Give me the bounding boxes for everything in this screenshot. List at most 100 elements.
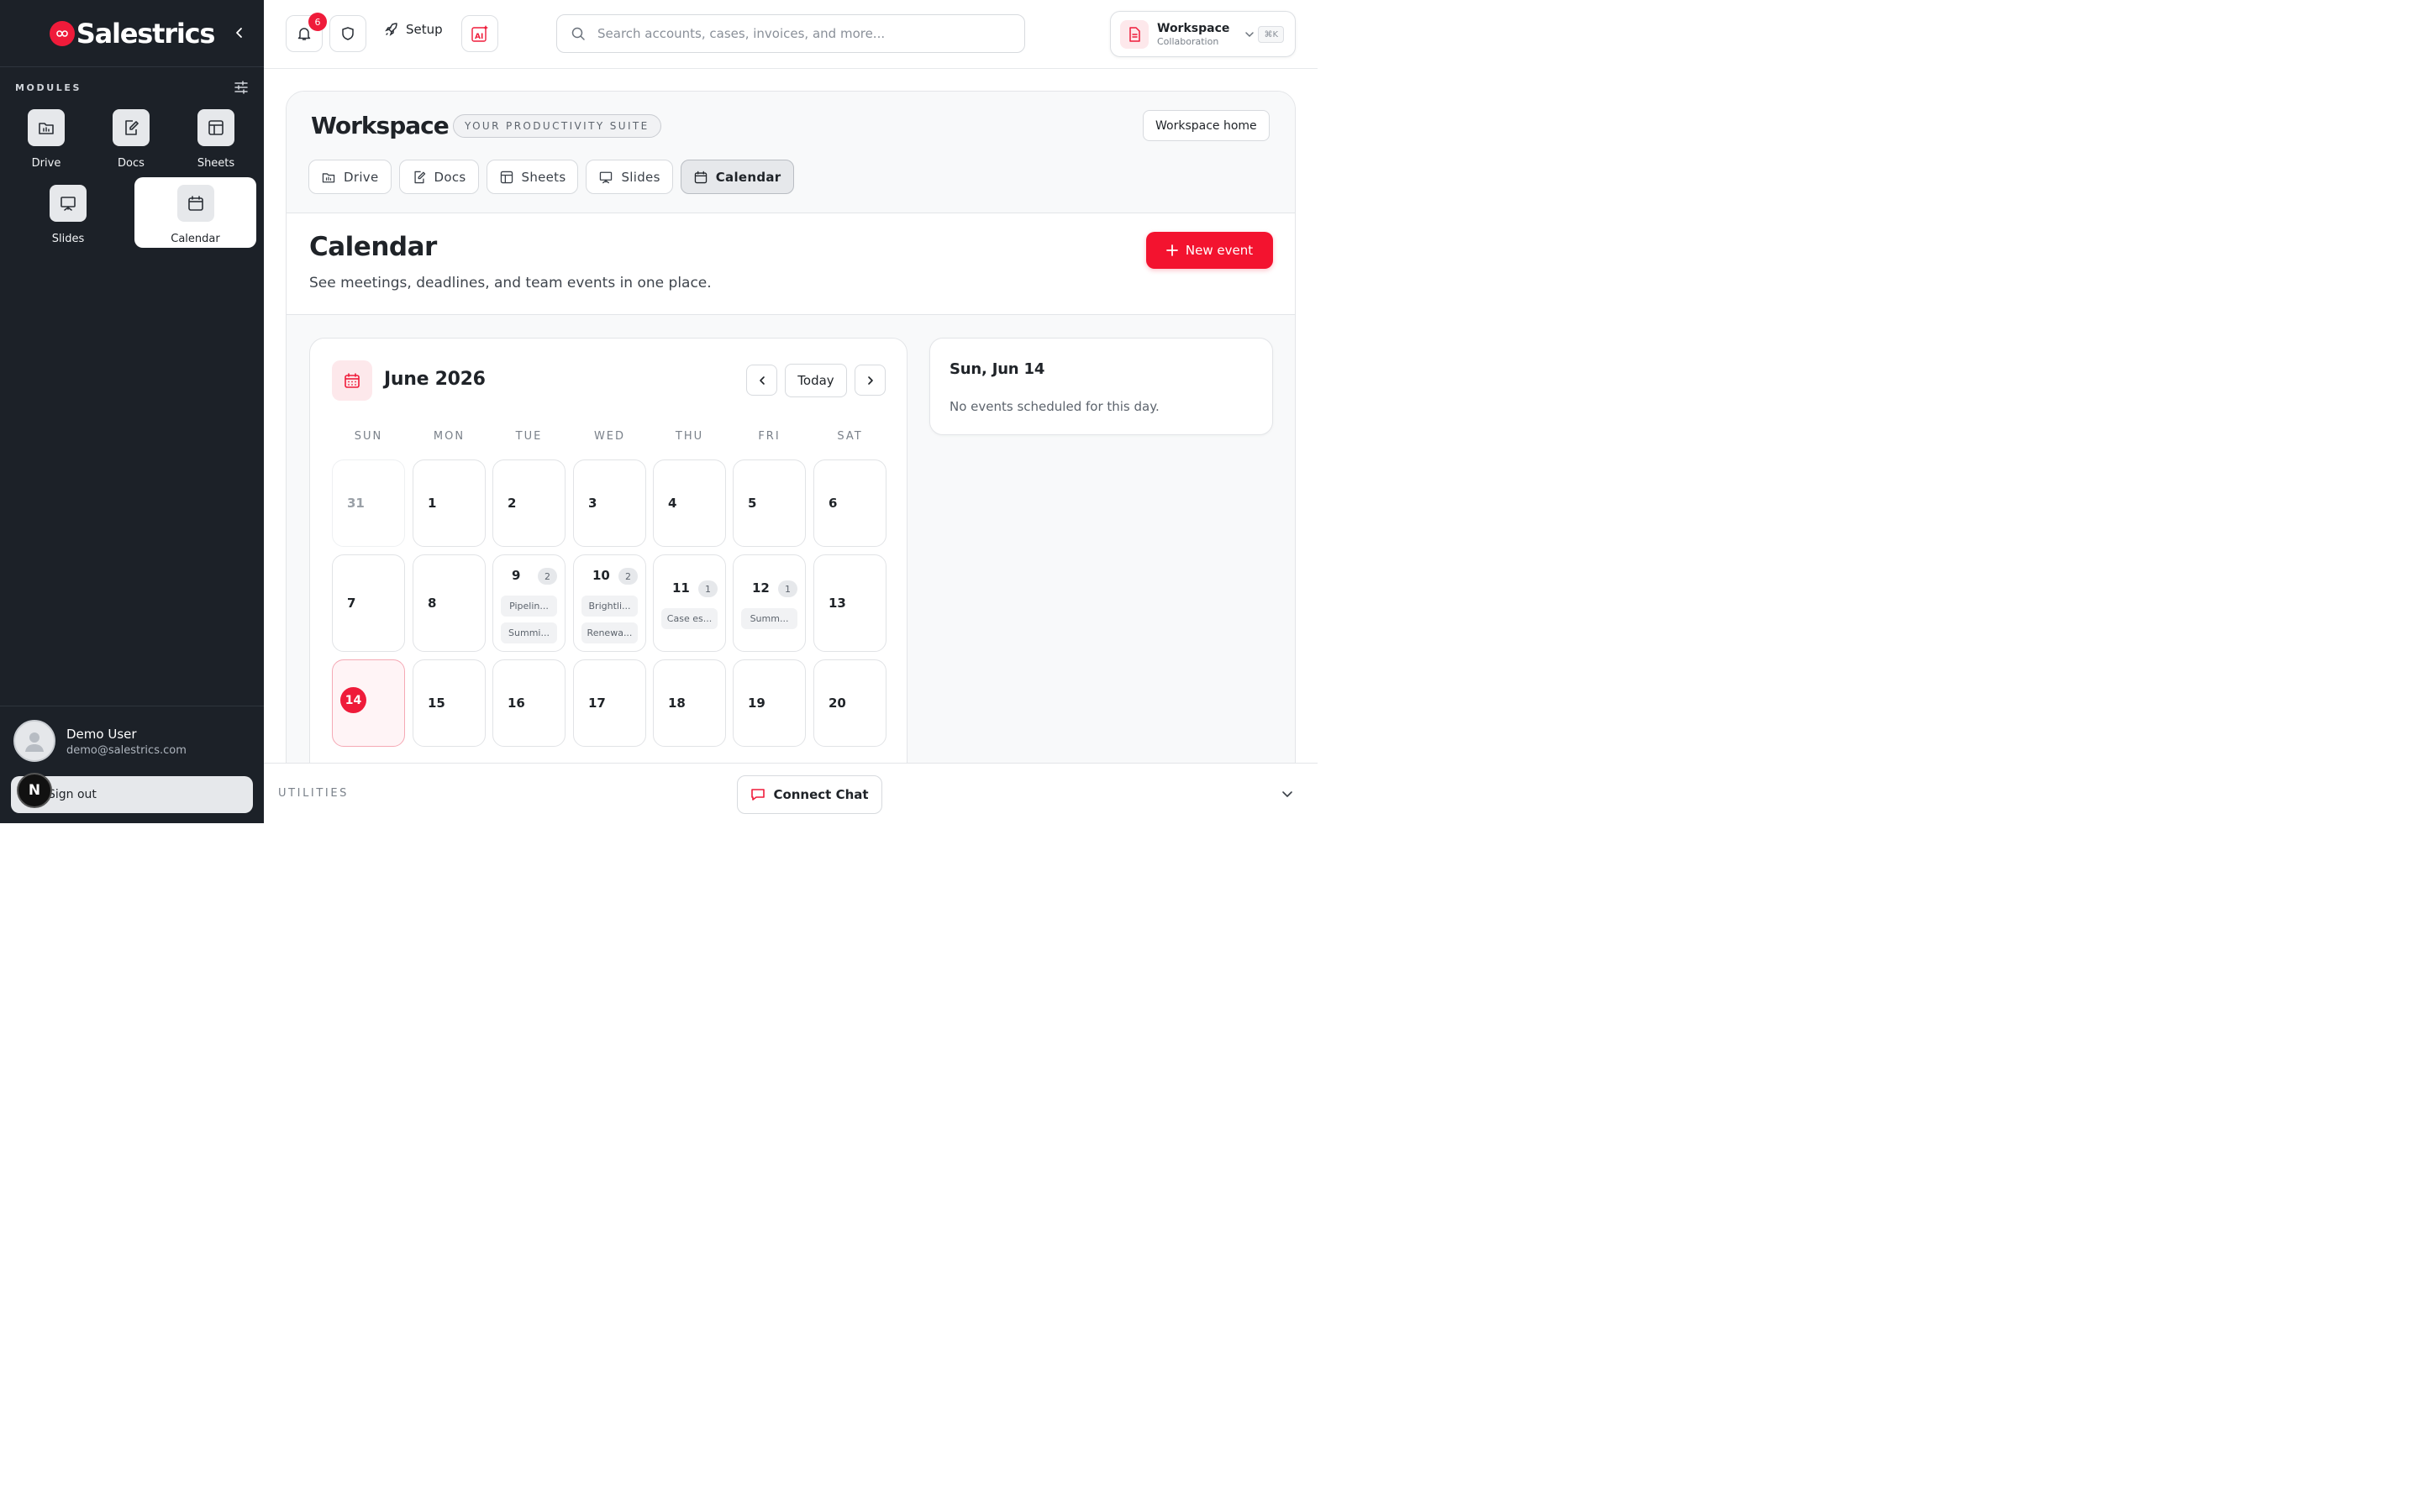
today-button[interactable]: Today <box>785 364 847 397</box>
sidebar-item-docs[interactable]: Docs <box>85 109 177 178</box>
tab-label: Sheets <box>521 169 566 185</box>
tab-calendar[interactable]: Calendar <box>680 160 794 194</box>
topbar: 6 Setup AI Workspace Collaboration <box>264 0 1318 69</box>
user-name: Demo User <box>66 727 137 742</box>
day-number: 14 <box>340 687 366 713</box>
sliders-icon[interactable] <box>234 81 249 94</box>
connect-chat-button[interactable]: Connect Chat <box>737 775 882 814</box>
page-title: Calendar <box>309 232 437 262</box>
day-number: 16 <box>508 696 525 711</box>
day-cell[interactable]: 12 1 Summ... <box>733 554 806 652</box>
workspace-header: Workspace YOUR PRODUCTIVITY SUITE Worksp… <box>287 92 1295 213</box>
ai-button[interactable]: AI <box>461 15 498 52</box>
notifications-button[interactable]: 6 <box>286 13 327 52</box>
workspace-card: Workspace YOUR PRODUCTIVITY SUITE Worksp… <box>286 91 1296 788</box>
workspace-switcher[interactable]: Workspace Collaboration ⌘K <box>1110 11 1296 57</box>
day-cell[interactable]: 2 <box>492 459 566 547</box>
tab-label: Drive <box>344 169 379 185</box>
edit-doc-icon <box>412 170 427 185</box>
no-events-message: No events scheduled for this day. <box>950 399 1160 414</box>
day-cell[interactable]: 7 <box>332 554 405 652</box>
day-cell[interactable]: 4 <box>653 459 726 547</box>
search-input[interactable] <box>597 26 1001 41</box>
setup-label: Setup <box>406 22 443 37</box>
day-number: 11 <box>672 580 690 596</box>
day-cell[interactable]: 11 1 Case es... <box>653 554 726 652</box>
day-number: 6 <box>829 496 838 511</box>
day-cell[interactable]: 19 <box>733 659 806 747</box>
global-search[interactable] <box>556 14 1025 53</box>
day-number: 3 <box>588 496 597 511</box>
tab-sheets[interactable]: Sheets <box>486 160 579 194</box>
notification-count-badge: 6 <box>308 13 327 31</box>
chevron-right-icon <box>865 375 876 386</box>
event-chip[interactable]: Brightli... <box>581 596 638 617</box>
sign-out-label: Sign out <box>48 788 97 801</box>
event-chip[interactable]: Renewa... <box>581 622 638 643</box>
day-cell[interactable]: 9 2 Pipelin... Summi... <box>492 554 566 652</box>
brand: Salestrics <box>0 0 264 67</box>
security-button[interactable] <box>329 15 366 52</box>
day-number: 15 <box>428 696 445 711</box>
day-number: 19 <box>748 696 765 711</box>
sidebar-item-sheets[interactable]: Sheets <box>170 109 262 178</box>
chevron-down-icon <box>1244 29 1255 39</box>
day-cell[interactable]: 10 2 Brightli... Renewa... <box>573 554 646 652</box>
event-chip[interactable]: Summi... <box>501 622 557 643</box>
event-count-badge: 1 <box>698 580 718 597</box>
day-cell[interactable]: 1 <box>413 459 486 547</box>
event-chip[interactable]: Case es... <box>661 608 718 629</box>
tab-drive[interactable]: Drive <box>308 160 392 194</box>
calendar-icon <box>332 360 372 401</box>
n-badge[interactable]: N <box>17 773 52 808</box>
day-cell[interactable]: 16 <box>492 659 566 747</box>
svg-text:AI: AI <box>475 33 483 41</box>
weekday-label: SUN <box>354 430 383 443</box>
prev-month-button[interactable] <box>746 365 777 396</box>
month-label: June 2026 <box>384 369 486 390</box>
chevron-down-icon[interactable] <box>1281 787 1294 801</box>
event-count-badge: 2 <box>618 568 638 585</box>
day-cell[interactable]: 31 <box>332 459 405 547</box>
avatar[interactable] <box>13 720 55 762</box>
sidebar-item-calendar[interactable]: Calendar <box>134 177 256 248</box>
tab-label: Slides <box>621 169 660 185</box>
utilities-bar: UTILITIES Connect Chat <box>264 763 1318 823</box>
day-cell[interactable]: 6 <box>813 459 886 547</box>
day-number: 2 <box>508 496 517 511</box>
shield-icon <box>340 26 355 41</box>
sidebar-item-label: Drive <box>31 157 61 170</box>
document-icon <box>1120 19 1149 49</box>
tab-slides[interactable]: Slides <box>586 160 673 194</box>
sidebar-item-drive[interactable]: Drive <box>0 109 92 178</box>
chat-icon <box>750 787 765 802</box>
day-number: 12 <box>752 580 770 596</box>
day-cell[interactable]: 20 <box>813 659 886 747</box>
day-cell[interactable]: 5 <box>733 459 806 547</box>
event-chip[interactable]: Pipelin... <box>501 596 557 617</box>
day-number: 1 <box>428 496 437 511</box>
event-chip[interactable]: Summ... <box>741 608 797 629</box>
day-cell[interactable]: 17 <box>573 659 646 747</box>
sidebar-item-slides[interactable]: Slides <box>22 185 114 254</box>
folder-icon <box>28 109 65 146</box>
weekday-label: TUE <box>515 430 543 443</box>
app-tabs: Drive Docs Sheets Slides Calendar <box>308 160 794 194</box>
new-event-button[interactable]: New event <box>1146 232 1273 269</box>
calendar-icon <box>176 185 214 222</box>
day-cell[interactable]: 8 <box>413 554 486 652</box>
day-number: 10 <box>592 568 610 583</box>
setup-button[interactable]: Setup <box>384 22 443 37</box>
workspace-tagline: YOUR PRODUCTIVITY SUITE <box>453 114 661 138</box>
day-cell[interactable]: 15 <box>413 659 486 747</box>
collapse-sidebar-icon[interactable] <box>230 24 249 42</box>
day-cell[interactable]: 13 <box>813 554 886 652</box>
workspace-subtitle: Collaboration <box>1157 35 1219 47</box>
day-cell[interactable]: 3 <box>573 459 646 547</box>
today-label: Today <box>797 373 834 388</box>
workspace-home-button[interactable]: Workspace home <box>1143 110 1270 141</box>
day-cell[interactable]: 18 <box>653 659 726 747</box>
day-cell-today[interactable]: 14 <box>332 659 405 747</box>
next-month-button[interactable] <box>855 365 886 396</box>
tab-docs[interactable]: Docs <box>398 160 479 194</box>
